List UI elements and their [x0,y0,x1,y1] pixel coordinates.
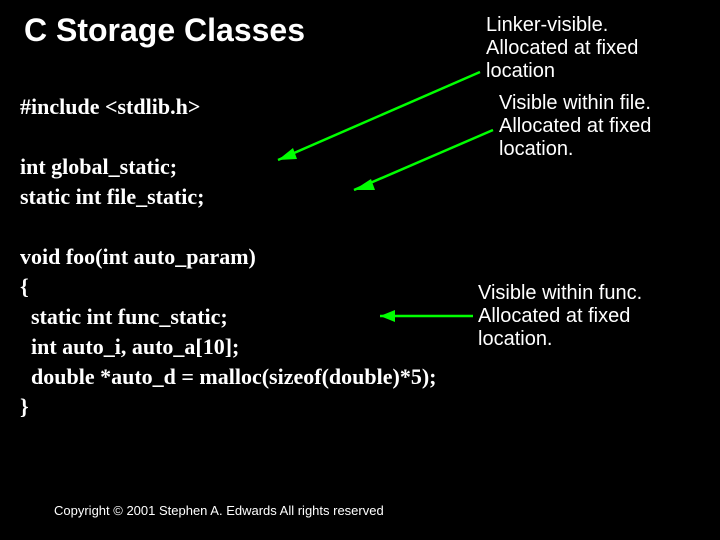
arrow-func [0,0,720,540]
copyright-footer: Copyright © 2001 Stephen A. Edwards All … [54,503,384,518]
